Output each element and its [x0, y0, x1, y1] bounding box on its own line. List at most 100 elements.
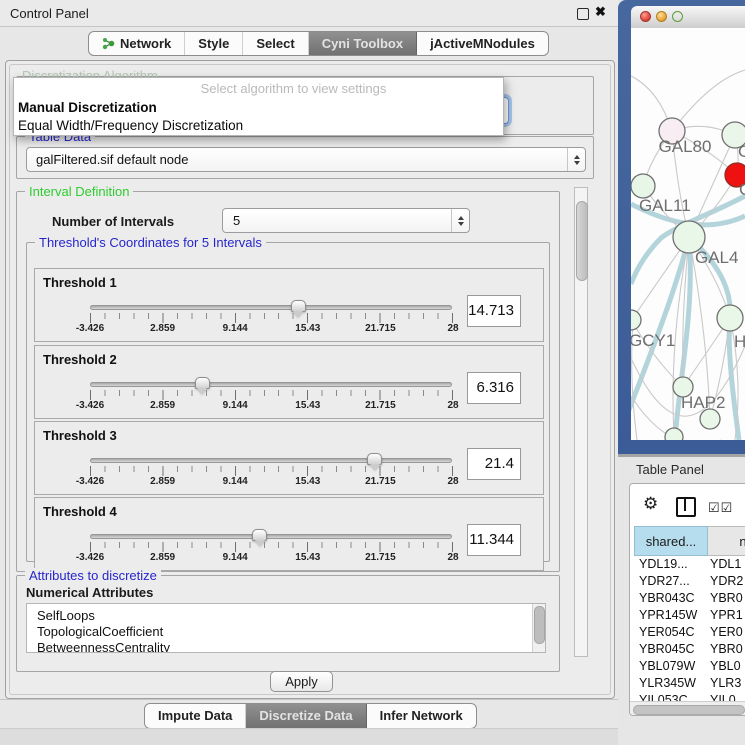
table-row[interactable]: YDL19...YDL1 [630, 556, 745, 573]
table-cell[interactable]: YBR045C [630, 641, 704, 658]
threshold-2-value-field[interactable]: 6.316 [467, 372, 521, 404]
network-node[interactable] [717, 305, 743, 331]
table-row[interactable]: YBR045CYBR0 [630, 641, 745, 658]
table-cell[interactable]: YPR1 [704, 607, 743, 624]
divider [0, 699, 618, 700]
threshold-1-slider-thumb[interactable] [291, 300, 306, 312]
table-cell[interactable]: YDL19... [630, 556, 704, 573]
tab-infer-network[interactable]: Infer Network [367, 704, 476, 728]
slider-major-ticks [90, 542, 453, 552]
threshold-3-slider-thumb[interactable] [367, 453, 382, 465]
threshold-1-value-field[interactable]: 14.713 [467, 295, 521, 327]
tab-jactivemnodules[interactable]: jActiveMNodules [417, 32, 548, 55]
gear-icon[interactable]: ⚙ [643, 495, 658, 512]
table-horizontal-scrollbar-thumb[interactable] [633, 705, 745, 715]
table-row[interactable]: YBL079WYBL0 [630, 658, 745, 675]
tab-style[interactable]: Style [185, 32, 243, 55]
close-traffic-light-icon[interactable] [640, 11, 651, 22]
network-window-titlebar[interactable] [631, 6, 745, 28]
number-of-intervals-combobox[interactable]: 5 [222, 208, 470, 233]
slider-tick-label: 9.144 [223, 552, 248, 563]
tab-jactivemnodules-label: jActiveMNodules [430, 32, 535, 55]
threshold-4-slider[interactable] [90, 534, 452, 539]
algorithm-option-manual[interactable]: Manual Discretization [16, 99, 498, 117]
attribute-list-item[interactable]: BetweennessCentrality [27, 640, 545, 653]
combobox-stepper-icon[interactable] [567, 148, 585, 171]
zoom-traffic-light-icon[interactable] [672, 11, 683, 22]
tab-impute-data[interactable]: Impute Data [145, 704, 246, 728]
network-node[interactable] [631, 174, 655, 198]
minimize-traffic-light-icon[interactable] [656, 11, 667, 22]
network-node[interactable] [665, 428, 683, 440]
table-cell[interactable]: YDR2 [704, 573, 743, 590]
main-vertical-scrollbar-thumb[interactable] [576, 201, 588, 281]
table-cell[interactable]: YER054C [630, 624, 704, 641]
numerical-attributes-list[interactable]: SelfLoopsTopologicalCoefficientBetweenne… [26, 603, 546, 653]
threshold-3-slider[interactable] [90, 458, 452, 463]
screenshot-root: Control Panel ✖ Network Style Select Cyn… [0, 0, 745, 745]
network-graph: GAL80GACGAL11GAL4GCY1HHAP2 [631, 28, 745, 440]
threshold-1-slider[interactable] [90, 305, 452, 310]
apply-button[interactable]: Apply [270, 671, 333, 692]
tab-select[interactable]: Select [243, 32, 308, 55]
tab-impute-data-label: Impute Data [158, 704, 232, 728]
table-row[interactable]: YLR345WYLR3 [630, 675, 745, 692]
table-cell[interactable]: YPR145W [630, 607, 704, 624]
main-vertical-scrollbar[interactable] [574, 187, 588, 657]
table-cell[interactable]: YBR0 [704, 641, 743, 658]
tab-discretize-data[interactable]: Discretize Data [246, 704, 366, 728]
tab-network[interactable]: Network [89, 32, 185, 55]
slider-major-ticks [90, 313, 453, 323]
select-columns-icon[interactable]: ☑☑ [708, 500, 733, 516]
table-row[interactable]: YBR043CYBR0 [630, 590, 745, 607]
threshold-4-panel: Threshold 4 -3.4262.8599.14415.4321.7152… [34, 497, 544, 571]
tab-cyni-toolbox[interactable]: Cyni Toolbox [309, 32, 417, 55]
table-cell[interactable]: YBL079W [630, 658, 704, 675]
slider-tick-labels: -3.4262.8599.14415.4321.71528 [90, 400, 453, 413]
slider-tick-label: -3.426 [76, 400, 104, 411]
table-cell[interactable]: YDL1 [704, 556, 741, 573]
threshold-4-slider-thumb[interactable] [252, 529, 267, 541]
threshold-4-value-field[interactable]: 11.344 [467, 524, 521, 556]
slider-tick-label: 15.43 [295, 476, 320, 487]
table-row[interactable]: YDR27...YDR2 [630, 573, 745, 590]
interval-definition-group-title: Interval Definition [25, 184, 133, 199]
threshold-2-slider[interactable] [90, 382, 452, 387]
attribute-list-item[interactable]: SelfLoops [27, 608, 545, 624]
table-cell[interactable]: YBL0 [704, 658, 741, 675]
table-row[interactable]: YPR145WYPR1 [630, 607, 745, 624]
threshold-2-slider-thumb[interactable] [195, 377, 210, 389]
table-cell[interactable]: YBR0 [704, 590, 743, 607]
algorithm-option-equal-width[interactable]: Equal Width/Frequency Discretization [16, 117, 498, 135]
table-cell[interactable]: YDR27... [630, 573, 704, 590]
float-window-icon[interactable] [577, 8, 589, 20]
table-row[interactable]: YER054CYER0 [630, 624, 745, 641]
threshold-2-label: Threshold 2 [43, 352, 117, 367]
attribute-list-item[interactable]: TopologicalCoefficient [27, 624, 545, 640]
close-icon[interactable]: ✖ [595, 4, 606, 20]
threshold-4-label: Threshold 4 [43, 504, 117, 519]
combobox-stepper-icon[interactable] [451, 209, 469, 232]
column-header-name[interactable]: n [708, 526, 745, 556]
table-cell[interactable]: YER0 [704, 624, 743, 641]
slider-tick-labels: -3.4262.8599.14415.4321.71528 [90, 323, 453, 336]
column-view-icon[interactable] [676, 497, 696, 517]
network-node[interactable] [700, 409, 720, 429]
network-view-canvas[interactable]: GAL80GACGAL11GAL4GCY1HHAP2 [631, 28, 745, 440]
slider-tick-label: 9.144 [223, 323, 248, 334]
table-horizontal-scrollbar[interactable] [630, 701, 745, 716]
table-cell[interactable]: YLR3 [704, 675, 741, 692]
attributes-list-scrollbar[interactable] [532, 604, 545, 652]
attributes-list-scrollbar-thumb[interactable] [534, 606, 545, 644]
table-data-combobox[interactable]: galFiltered.sif default node [26, 147, 586, 172]
slider-tick-label: 21.715 [365, 476, 396, 487]
table-cell[interactable]: YLR345W [630, 675, 704, 692]
network-node[interactable] [631, 310, 641, 330]
threshold-3-value-field[interactable]: 21.4 [467, 448, 521, 480]
column-header-shared-name[interactable]: shared... [634, 526, 708, 556]
threshold-3-label: Threshold 3 [43, 428, 117, 443]
table-cell[interactable]: YBR043C [630, 590, 704, 607]
table-rows: YDL19...YDL1YDR27...YDR2YBR043CYBR0YPR14… [630, 556, 745, 709]
tab-discretize-data-label: Discretize Data [259, 704, 352, 728]
slider-tick-label: 15.43 [295, 323, 320, 334]
